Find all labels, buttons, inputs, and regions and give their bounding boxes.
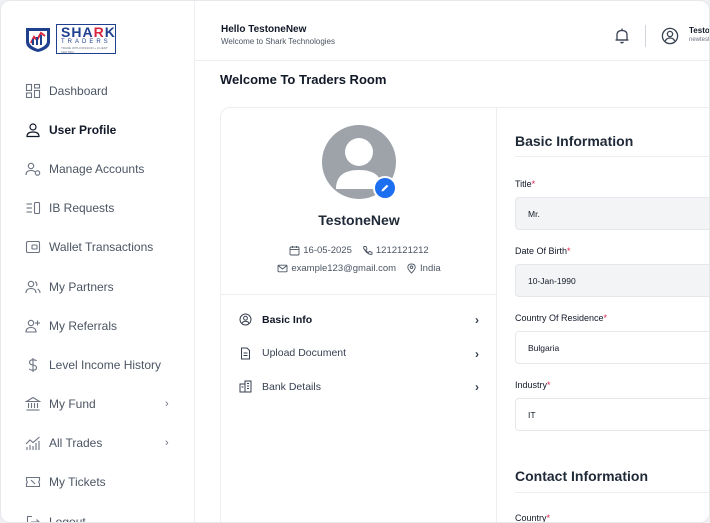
divider: [515, 156, 709, 157]
user-plus-icon: [25, 318, 41, 334]
date-of-birth-field[interactable]: 10-Jan-1990: [515, 264, 709, 297]
profile-details-panel: Basic Information Title* Mr. Date Of Bir…: [497, 108, 709, 523]
ticket-icon: [25, 474, 41, 490]
header-user-email: newtest@gmail.com: [689, 37, 710, 43]
bank-icon: [25, 396, 41, 412]
chevron-right-icon: ›: [475, 313, 479, 327]
chevron-right-icon: ›: [475, 380, 479, 394]
sidebar-item-dashboard[interactable]: Dashboard: [1, 71, 195, 110]
profile-meta-row-2: example123@gmail.com India: [221, 263, 497, 274]
sidebar-item-wallet-transactions[interactable]: Wallet Transactions: [1, 228, 195, 267]
mail-icon: [277, 264, 288, 273]
sidebar-item-label: My Referrals: [49, 318, 118, 333]
header-user-name: TestoneNew: [689, 26, 710, 35]
profile-menu: Basic Info › Upload Document › Bank Deta…: [221, 303, 497, 404]
chart-icon: [25, 435, 41, 451]
sidebar-item-my-tickets[interactable]: My Tickets: [1, 463, 195, 502]
avatar: [322, 125, 397, 200]
chevron-right-icon: ›: [475, 346, 479, 361]
page-title: Welcome To Traders Room: [220, 72, 387, 87]
dashboard-icon: [25, 83, 41, 99]
field-label-country-of-residence: Country Of Residence*: [515, 313, 608, 323]
sidebar-item-label: My Tickets: [49, 475, 106, 490]
section-title-basic-info: Basic Information: [515, 133, 634, 149]
industry-field[interactable]: IT: [515, 398, 709, 431]
greeting: Hello TestoneNew Welcome to Shark Techno…: [221, 24, 335, 47]
dollar-icon: [25, 357, 41, 373]
sidebar-item-level-income-history[interactable]: Level Income History: [1, 345, 195, 384]
profile-card: TestoneNew 16-05-2025 1212121212 example…: [220, 107, 709, 523]
sidebar-item-label: All Trades: [49, 436, 103, 451]
top-header: Hello TestoneNew Welcome to Shark Techno…: [195, 1, 710, 61]
brand-logo[interactable]: SHARK TRADERS TRADE WITH PASSION + CLIEN…: [23, 23, 116, 55]
sidebar-item-manage-accounts[interactable]: Manage Accounts: [1, 149, 195, 188]
sidebar-nav: Dashboard User Profile Manage Accounts I…: [1, 71, 195, 523]
sidebar-item-logout[interactable]: Logout: [1, 502, 195, 523]
chevron-right-icon: ›: [165, 397, 169, 410]
brand-tagline: TRADE WITH PASSION + CLIENT CENTRIC: [61, 45, 108, 54]
header-divider: [645, 25, 646, 47]
sidebar: SHARK TRADERS TRADE WITH PASSION + CLIEN…: [1, 1, 195, 523]
user-circle-icon: [239, 313, 252, 326]
bell-icon[interactable]: [613, 27, 631, 45]
profile-email: example123@gmail.com: [277, 263, 396, 274]
profile-date: 16-05-2025: [289, 245, 352, 256]
user-icon: [25, 122, 41, 138]
logout-icon: [25, 514, 41, 522]
profile-menu-upload-document[interactable]: Upload Document ›: [221, 337, 497, 371]
divider: [515, 492, 709, 493]
sidebar-item-label: Dashboard: [49, 83, 108, 98]
calendar-icon: [289, 246, 300, 256]
profile-meta-row-1: 16-05-2025 1212121212: [221, 245, 497, 256]
brand-sub: TRADERS: [61, 38, 111, 45]
users-gear-icon: [25, 161, 41, 177]
partners-icon: [25, 279, 41, 295]
sidebar-item-label: User Profile: [49, 122, 117, 137]
sidebar-item-all-trades[interactable]: All Trades ›: [1, 424, 195, 463]
sidebar-item-label: Wallet Transactions: [49, 240, 154, 255]
building-icon: [239, 380, 252, 393]
document-icon: [241, 347, 250, 360]
sidebar-item-my-fund[interactable]: My Fund ›: [1, 385, 195, 424]
field-label-title: Title*: [515, 179, 536, 189]
app-window: SHARK TRADERS TRADE WITH PASSION + CLIEN…: [0, 0, 710, 523]
user-avatar-icon[interactable]: [661, 27, 679, 45]
wallet-icon: [25, 239, 41, 255]
sidebar-item-label: IB Requests: [49, 201, 115, 216]
sidebar-item-label: Level Income History: [49, 357, 162, 372]
country-of-residence-field[interactable]: Bulgaria: [515, 331, 709, 364]
greeting-subtitle: Welcome to Shark Technologies: [221, 37, 335, 46]
divider: [221, 294, 497, 295]
profile-menu-basic-info[interactable]: Basic Info ›: [221, 303, 497, 337]
profile-summary-panel: TestoneNew 16-05-2025 1212121212 example…: [221, 108, 497, 522]
profile-name: TestoneNew: [318, 212, 400, 228]
greeting-title: Hello TestoneNew: [221, 24, 307, 35]
pencil-icon: [381, 184, 389, 192]
sidebar-item-label: Logout: [49, 514, 86, 523]
sidebar-item-label: My Partners: [49, 279, 114, 294]
field-label-date-of-birth: Date Of Birth*: [515, 246, 571, 256]
sidebar-item-ib-requests[interactable]: IB Requests: [1, 189, 195, 228]
sidebar-item-my-partners[interactable]: My Partners: [1, 267, 195, 306]
phone-icon: [362, 246, 373, 255]
field-label-country: Country*: [515, 513, 551, 523]
profile-phone: 1212121212: [362, 245, 429, 256]
brand-name: SHARK: [61, 23, 116, 40]
edit-avatar-button[interactable]: [373, 176, 397, 200]
sidebar-item-label: My Fund: [49, 397, 96, 412]
profile-menu-bank-details[interactable]: Bank Details ›: [221, 370, 497, 404]
title-field[interactable]: Mr.: [515, 197, 709, 230]
chevron-right-icon: ›: [165, 436, 169, 449]
sidebar-item-my-referrals[interactable]: My Referrals: [1, 306, 195, 345]
sidebar-item-user-profile[interactable]: User Profile: [1, 110, 195, 149]
section-title-contact-info: Contact Information: [515, 468, 648, 484]
list-icon: [25, 200, 41, 216]
profile-country: India: [406, 263, 441, 274]
shark-logo-icon: [26, 28, 50, 52]
field-label-industry: Industry*: [515, 380, 551, 390]
sidebar-item-label: Manage Accounts: [49, 161, 145, 176]
location-pin-icon: [407, 263, 416, 274]
header-user[interactable]: TestoneNew newtest@gmail.com: [689, 26, 710, 45]
brand-wordmark: SHARK TRADERS TRADE WITH PASSION + CLIEN…: [56, 24, 116, 54]
